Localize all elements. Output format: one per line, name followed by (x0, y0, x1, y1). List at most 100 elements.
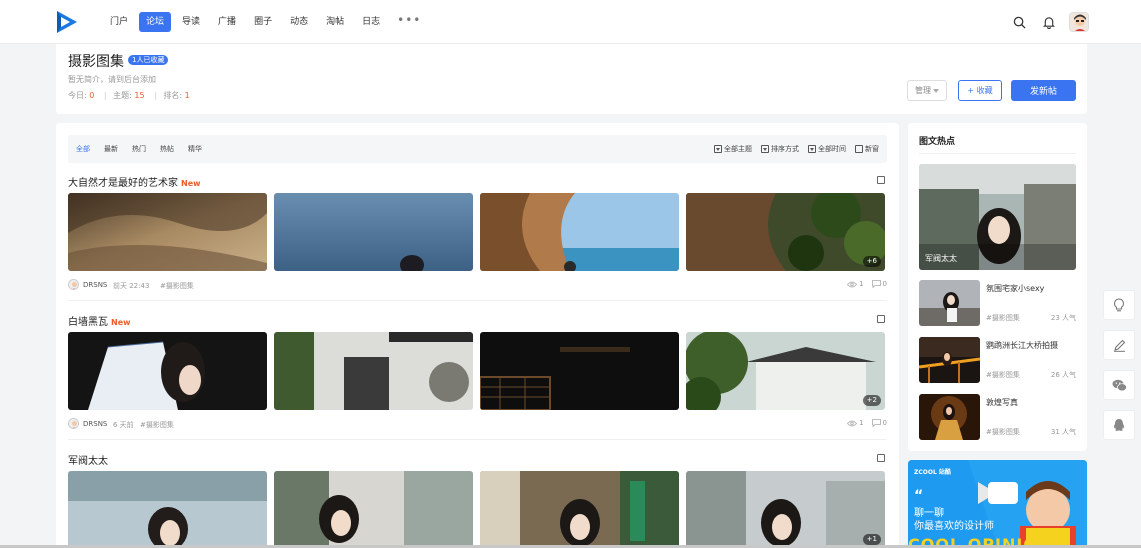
thread-photo[interactable] (274, 471, 473, 548)
comment-icon (871, 280, 881, 288)
hot-featured[interactable]: 军阀太太 (919, 164, 1076, 270)
thread-photo[interactable] (68, 471, 267, 548)
thread-meta: DRSNS 6 天前 #摄影图集 1 0 (68, 418, 887, 430)
hot-item-tag[interactable]: #摄影图集 (986, 427, 1020, 437)
thread-photo[interactable] (480, 332, 679, 410)
hot-item-title[interactable]: 敦煌写真 (986, 397, 1018, 408)
filter-sort-label: 排序方式 (771, 145, 799, 153)
nav-item-collection[interactable]: 淘帖 (319, 12, 351, 32)
tab-digest[interactable]: 精华 (188, 144, 202, 154)
tab-all[interactable]: 全部 (76, 144, 90, 154)
author-name[interactable]: DRSNS (83, 420, 107, 428)
stat-rank-label: 排名: (163, 91, 183, 100)
thread-title[interactable]: 军阀太太 (68, 452, 108, 467)
filter-sort[interactable]: 排序方式 (761, 144, 799, 154)
thread-photo[interactable]: +6 (686, 193, 885, 271)
thread-title[interactable]: 白墙黑瓦 New (68, 313, 131, 328)
dropdown-icon (714, 145, 722, 153)
thread-photos: +1 (68, 471, 885, 548)
hot-list-item[interactable]: 敦煌写真 #摄影图集 31 人气 (919, 394, 1076, 440)
nav-item-forum[interactable]: 论坛 (139, 12, 172, 32)
divider (68, 300, 887, 301)
stat-today-value: 0 (89, 91, 95, 100)
more-menu-icon[interactable]: ••• (391, 12, 427, 32)
thread-photo[interactable] (68, 332, 267, 410)
thread-checkbox[interactable] (877, 454, 885, 462)
nav-item-blog[interactable]: 日志 (355, 12, 387, 32)
replies-stat: 0 (871, 280, 887, 288)
hot-list-item[interactable]: 鹦鹉洲长江大桥拍摄 #摄影图集 26 人气 (919, 337, 1076, 383)
hot-item-tag[interactable]: #摄影图集 (986, 313, 1020, 323)
more-photos-badge[interactable]: +1 (862, 534, 881, 545)
thread-checkbox[interactable] (877, 176, 885, 184)
thread-photo[interactable] (68, 193, 267, 271)
thread-title-text[interactable]: 大自然才是最好的艺术家 (68, 178, 178, 189)
tab-hot[interactable]: 热门 (132, 144, 146, 154)
nav-item-feed[interactable]: 动态 (283, 12, 315, 32)
quote-mark: “ (914, 488, 924, 504)
filter-options: 全部主题 排序方式 全部时间 新窗 (714, 144, 879, 154)
forum-stats: 今日: 0 | 主题: 15 | 排名: 1 (68, 90, 193, 101)
filter-all-topics-label: 全部主题 (724, 145, 752, 153)
new-window-toggle[interactable]: 新窗 (855, 144, 879, 154)
favorite-button[interactable]: + 收藏 (958, 80, 1002, 101)
filter-all-topics[interactable]: 全部主题 (714, 144, 752, 154)
replies-count: 0 (882, 280, 887, 288)
forum-header: 摄影图集 1人已收藏 暂无简介，请到后台添加 今日: 0 | 主题: 15 | … (56, 44, 1087, 114)
hot-list-item[interactable]: 氛围宅家小sexy #摄影图集 23 人气 (919, 280, 1076, 326)
manage-button[interactable]: 管理 (907, 80, 947, 101)
replies-stat: 0 (871, 419, 887, 427)
ad-banner[interactable]: ZCOOL 站酷 “ 聊一聊 你最喜欢的设计师 COOL OPINION (908, 460, 1087, 548)
hot-item-title[interactable]: 鹦鹉洲长江大桥拍摄 (986, 340, 1058, 351)
hot-item-title[interactable]: 氛围宅家小sexy (986, 283, 1044, 294)
thread-photo[interactable]: +1 (686, 471, 885, 548)
site-logo-icon[interactable] (55, 10, 79, 34)
filter-time-label: 全部时间 (818, 145, 846, 153)
hot-thumbnail[interactable] (919, 394, 980, 440)
hot-thumbnail[interactable] (919, 337, 980, 383)
edit-icon[interactable] (1103, 330, 1135, 360)
featured-caption[interactable]: 军阀太太 (925, 253, 957, 264)
forum-description: 暂无简介，请到后台添加 (68, 75, 156, 84)
stat-topics-value: 15 (134, 91, 145, 100)
hot-thumbnail[interactable] (919, 280, 980, 326)
lightbulb-icon[interactable] (1103, 290, 1135, 320)
author-avatar[interactable] (68, 279, 79, 290)
nav-item-broadcast[interactable]: 广播 (211, 12, 243, 32)
more-photos-badge[interactable]: +2 (862, 395, 881, 406)
thread-title-text[interactable]: 白墙黑瓦 (68, 317, 108, 328)
thread-photo[interactable] (274, 332, 473, 410)
nav-item-portal[interactable]: 门户 (103, 12, 135, 32)
author-avatar[interactable] (68, 418, 79, 429)
nav-item-circle[interactable]: 圈子 (247, 12, 279, 32)
views-stat: 1 (847, 419, 864, 427)
tab-latest[interactable]: 最新 (104, 144, 118, 154)
hot-item-tag[interactable]: #摄影图集 (986, 370, 1020, 380)
author-name[interactable]: DRSNS (83, 281, 107, 289)
thread-photo[interactable] (480, 471, 679, 548)
stat-topics-label: 主题: (113, 91, 132, 100)
stat-rank-value: 1 (184, 91, 190, 100)
thread-photo[interactable]: +2 (686, 332, 885, 410)
bell-icon[interactable] (1039, 12, 1059, 32)
thread-photo[interactable] (274, 193, 473, 271)
wechat-icon[interactable] (1103, 370, 1135, 400)
nav-item-guide[interactable]: 导读 (175, 12, 207, 32)
new-window-label: 新窗 (865, 145, 879, 153)
user-avatar[interactable] (1069, 12, 1089, 32)
filter-time[interactable]: 全部时间 (808, 144, 846, 154)
thread-title[interactable]: 大自然才是最好的艺术家 New (68, 174, 201, 189)
thread-title-text[interactable]: 军阀太太 (68, 456, 108, 467)
forum-tag[interactable]: #摄影图集 (160, 281, 194, 291)
forum-tag[interactable]: #摄影图集 (140, 420, 174, 430)
top-actions (1009, 12, 1089, 32)
search-icon[interactable] (1009, 12, 1029, 32)
hot-item-popularity: 23 人气 (1050, 314, 1076, 322)
thread-checkbox[interactable] (877, 315, 885, 323)
qq-icon[interactable] (1103, 410, 1135, 440)
thread-photos: +2 (68, 332, 885, 410)
more-photos-badge[interactable]: +6 (862, 256, 881, 267)
new-post-button[interactable]: 发新帖 (1011, 80, 1076, 101)
tab-hot-threads[interactable]: 热帖 (160, 144, 174, 154)
thread-photo[interactable] (480, 193, 679, 271)
